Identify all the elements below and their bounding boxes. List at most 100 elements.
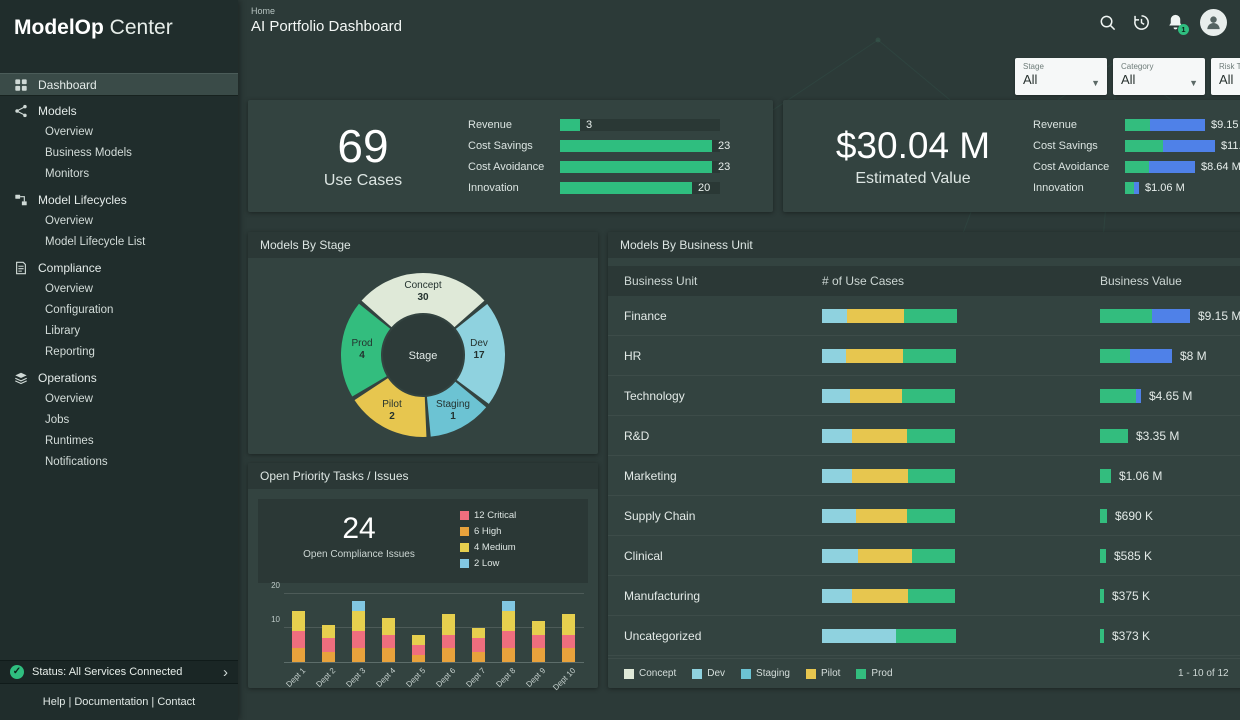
dept-bar-dept-6[interactable] [442, 614, 455, 662]
caret-down-icon: ▼ [1189, 78, 1198, 88]
bar-segment-critical [382, 635, 395, 649]
metric-label: Cost Avoidance [1033, 161, 1125, 173]
legend-swatch [460, 527, 469, 536]
sidebar-item-compliance-library[interactable]: Library [0, 321, 238, 342]
business-unit-row-clinical[interactable]: Clinical$585 K [608, 536, 1240, 576]
business-unit-row-hr[interactable]: HR$8 M [608, 336, 1240, 376]
services-status-bar[interactable]: ✓ Status: All Services Connected › [0, 660, 238, 684]
sidebar-item-operations-jobs[interactable]: Jobs [0, 410, 238, 431]
sidebar-item-models[interactable]: Models [0, 99, 238, 122]
sidebar-item-compliance-configuration[interactable]: Configuration [0, 300, 238, 321]
dept-bar-dept-4[interactable] [382, 618, 395, 662]
business-unit-row-marketing[interactable]: Marketing$1.06 M [608, 456, 1240, 496]
legend-swatch [692, 669, 702, 679]
sidebar-item-model-lifecycles-model-lifecycle-list[interactable]: Model Lifecycle List [0, 232, 238, 253]
business-value-bar [1100, 509, 1107, 523]
sidebar-item-label: Model Lifecycles [38, 193, 127, 207]
bar-segment-medium [562, 614, 575, 634]
dept-bar-dept-3[interactable] [352, 601, 365, 662]
business-value-bar [1100, 589, 1104, 603]
business-value-text: $375 K [1112, 589, 1150, 603]
use-case-stacked-bar [822, 389, 1100, 403]
sidebar-nav: DashboardModelsOverviewBusiness ModelsMo… [0, 52, 238, 473]
brand-bold: ModelOp [14, 16, 104, 39]
business-value-text: $3.35 M [1136, 429, 1179, 443]
sidebar-item-label: Compliance [38, 261, 101, 275]
metric-label: Cost Avoidance [468, 161, 560, 173]
business-unit-row-technology[interactable]: Technology$4.65 M [608, 376, 1240, 416]
business-unit-title: Models By Business Unit [608, 232, 1240, 258]
sidebar-item-models-overview[interactable]: Overview [0, 122, 238, 143]
sidebar-item-model-lifecycles-overview[interactable]: Overview [0, 211, 238, 232]
filter-category[interactable]: CategoryAll▼ [1113, 58, 1205, 95]
bar-segment-critical [352, 631, 365, 648]
models-icon [14, 104, 28, 118]
business-unit-row-uncategorized[interactable]: Uncategorized$373 K [608, 616, 1240, 656]
use-case-stacked-bar [822, 429, 1100, 443]
filter-stage[interactable]: StageAll▼ [1015, 58, 1107, 95]
breadcrumb[interactable]: Home [251, 6, 275, 16]
legend-item-concept: Concept [624, 668, 676, 679]
bar-segment-medium [472, 628, 485, 638]
bar-segment-critical [562, 635, 575, 649]
bar-segment-high [562, 648, 575, 662]
sidebar-footer-links[interactable]: Help | Documentation | Contact [0, 684, 238, 720]
dept-bar-dept-8[interactable] [502, 601, 515, 662]
sidebar-item-compliance-reporting[interactable]: Reporting [0, 342, 238, 363]
business-unit-row-finance[interactable]: Finance$9.15 M [608, 296, 1240, 336]
brand-light: Center [110, 16, 173, 39]
bar-segment-high [292, 648, 305, 662]
search-icon[interactable] [1098, 13, 1117, 32]
models-by-stage-card: Models By Stage Concept30Dev17Staging1Pi… [248, 232, 598, 454]
estimated-value-breakdown: Revenue$9.15 MCost Savings$11.19 MCost A… [1033, 117, 1240, 195]
sidebar-item-compliance-overview[interactable]: Overview [0, 279, 238, 300]
user-avatar[interactable] [1200, 9, 1227, 36]
metric-value: $9.15 M [1211, 119, 1240, 131]
dept-bar-dept-9[interactable] [532, 621, 545, 662]
filter-risk-tier[interactable]: Risk TierAll▼ [1211, 58, 1240, 95]
sidebar-item-label: Operations [38, 371, 97, 385]
notifications-bell-icon[interactable]: 1 [1166, 13, 1185, 32]
dept-bar-dept-2[interactable] [322, 625, 335, 662]
estimated-value-amount: $30.04 M [793, 124, 1033, 168]
sidebar-item-operations[interactable]: Operations [0, 366, 238, 389]
sidebar-item-compliance[interactable]: Compliance [0, 256, 238, 279]
sidebar-item-model-lifecycles[interactable]: Model Lifecycles [0, 188, 238, 211]
value-row-cost-savings: Cost Savings$11.19 M [1033, 138, 1240, 153]
brand-logo[interactable]: ModelOp Center [0, 0, 238, 52]
business-unit-row-r-d[interactable]: R&D$3.35 M [608, 416, 1240, 456]
legend-item-pilot: Pilot [806, 668, 840, 679]
metric-bar: 20 [560, 182, 720, 194]
sidebar-item-operations-overview[interactable]: Overview [0, 389, 238, 410]
sidebar-item-models-business-models[interactable]: Business Models [0, 143, 238, 164]
business-unit-row-supply-chain[interactable]: Supply Chain$690 K [608, 496, 1240, 536]
dept-issues-chart[interactable]: 1020 Dept 1Dept 2Dept 3Dept 4Dept 5Dept … [258, 593, 588, 693]
sidebar-item-models-monitors[interactable]: Monitors [0, 164, 238, 185]
bar-segment-high [502, 648, 515, 662]
business-unit-row-manufacturing[interactable]: Manufacturing$375 K [608, 576, 1240, 616]
use-case-stacked-bar [822, 629, 1100, 643]
caret-down-icon: ▼ [1091, 78, 1100, 88]
dept-bar-dept-10[interactable] [562, 614, 575, 662]
sidebar-item-operations-runtimes[interactable]: Runtimes [0, 431, 238, 452]
dept-bar-dept-7[interactable] [472, 628, 485, 662]
stage-donut-chart[interactable]: Concept30Dev17Staging1Pilot2Prod4Stage [328, 260, 518, 450]
dept-axis-labels: Dept 1Dept 2Dept 3Dept 4Dept 5Dept 6Dept… [284, 663, 588, 693]
status-check-icon: ✓ [10, 665, 24, 679]
metric-bar: $8.64 M [1125, 161, 1240, 173]
sidebar-item-operations-notifications[interactable]: Notifications [0, 452, 238, 473]
y-tick-label: 20 [262, 581, 280, 590]
dept-bar-dept-1[interactable] [292, 611, 305, 662]
legend-item-dev: Dev [692, 668, 725, 679]
business-value-bar [1100, 309, 1190, 323]
pagination-label[interactable]: 1 - 10 of 12 [1178, 668, 1229, 679]
priority-legend: 12 Critical6 High4 Medium2 Low [460, 499, 588, 583]
sidebar-item-dashboard[interactable]: Dashboard [0, 73, 238, 96]
history-icon[interactable] [1132, 13, 1151, 32]
bar-segment-medium [292, 611, 305, 631]
priority-summary: 24 Open Compliance Issues 12 Critical6 H… [258, 499, 588, 583]
dept-bar-dept-5[interactable] [412, 635, 425, 662]
metric-value: 20 [698, 182, 710, 194]
legend-swatch [624, 669, 634, 679]
bar-segment-medium [502, 611, 515, 631]
